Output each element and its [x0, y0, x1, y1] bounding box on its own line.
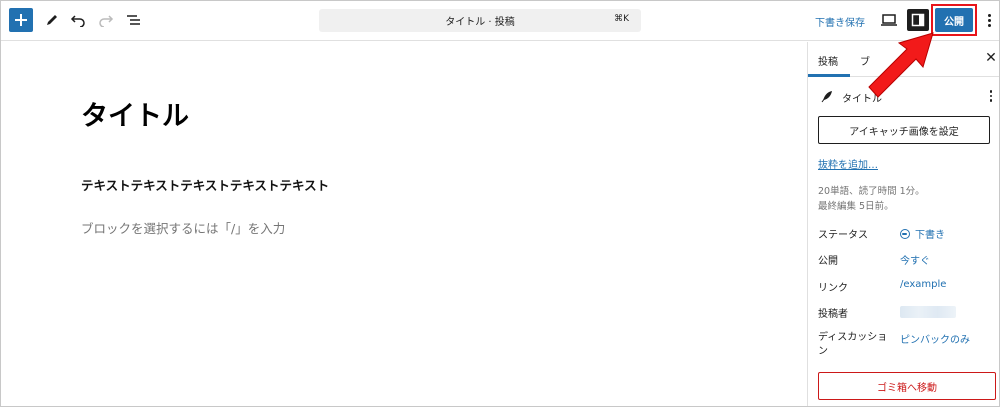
editor-canvas[interactable]: タイトル テキストテキストテキストテキストテキスト ブロックを選択するには「/」… [1, 42, 807, 406]
annotation-arrow-icon [868, 32, 934, 98]
discussion-value[interactable]: ピンバックのみ [900, 331, 970, 346]
link-value[interactable]: /example [900, 279, 946, 290]
add-excerpt-link[interactable]: 抜粋を追加… [818, 156, 878, 171]
quill-icon [821, 91, 832, 103]
command-shortcut: ⌘K [614, 14, 629, 24]
command-palette-bar[interactable]: タイトル · 投稿 ⌘K [319, 9, 641, 32]
undo-button[interactable] [67, 9, 89, 31]
post-actions-button[interactable] [988, 89, 994, 103]
post-title[interactable]: タイトル [81, 94, 189, 133]
status-label: ステータス [818, 230, 868, 241]
set-featured-image-button[interactable]: アイキャッチ画像を設定 [818, 116, 990, 144]
paragraph-block[interactable]: テキストテキストテキストテキストテキスト [81, 175, 329, 194]
status-value[interactable]: 下書き [900, 226, 945, 241]
publish-date-label: 公開 [818, 256, 838, 267]
document-overview-button[interactable] [123, 9, 145, 31]
discussion-label: ディスカッション [818, 332, 888, 357]
author-label: 投稿者 [818, 309, 848, 320]
add-block-button[interactable] [9, 8, 33, 32]
editor-window: タイトル · 投稿 ⌘K 下書き保存 公開 タイトル テキストテキストテキストテ… [0, 0, 1000, 407]
block-placeholder[interactable]: ブロックを選択するには「/」を入力 [81, 218, 285, 237]
publish-date-value[interactable]: 今すぐ [900, 252, 930, 267]
word-count-text: 20単語、読了時間 1分。 [818, 186, 925, 197]
pencil-icon [47, 15, 57, 25]
author-value-blurred[interactable] [900, 306, 956, 318]
top-toolbar: タイトル · 投稿 ⌘K 下書き保存 公開 [1, 1, 999, 41]
list-view-icon [127, 15, 140, 25]
redo-icon [99, 15, 114, 27]
command-title: タイトル · 投稿 [445, 17, 515, 28]
tab-post[interactable]: 投稿 [818, 53, 838, 68]
status-value-text: 下書き [915, 230, 945, 241]
tools-button[interactable] [41, 9, 63, 31]
options-button[interactable] [983, 10, 995, 30]
draft-status-icon [900, 229, 910, 239]
undo-icon [70, 15, 85, 27]
redo-button[interactable] [95, 9, 117, 31]
link-label: リンク [818, 283, 848, 294]
last-edited-text: 最終編集 5日前。 [818, 201, 894, 212]
more-vertical-icon [987, 13, 991, 27]
plus-icon [15, 14, 27, 26]
close-sidebar-button[interactable]: ✕ [984, 50, 998, 66]
active-tab-indicator [808, 74, 850, 77]
move-to-trash-button[interactable]: ゴミ箱へ移動 [818, 372, 996, 400]
close-icon: ✕ [985, 50, 997, 66]
